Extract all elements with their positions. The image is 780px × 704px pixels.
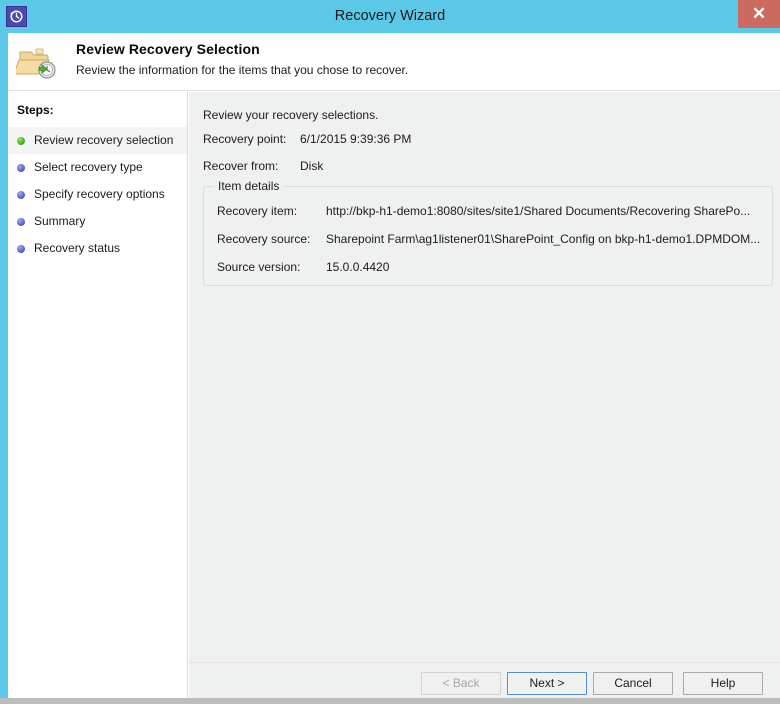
sidebar-item-label: Recovery status (34, 241, 121, 255)
close-icon[interactable]: ✕ (738, 0, 780, 28)
recovery-source-label: Recovery source: (217, 232, 311, 246)
step-status-icon (17, 245, 25, 253)
sidebar-item-label: Summary (34, 214, 86, 228)
sidebar-item-summary[interactable]: Summary (8, 208, 187, 235)
folder-recovery-icon (13, 43, 60, 83)
item-details-group: Item details Recovery item: http://bkp-h… (203, 179, 773, 286)
window-title: Recovery Wizard (334, 8, 446, 24)
recover-from-label: Recover from: (203, 159, 279, 173)
recovery-point-label: Recovery point: (203, 132, 287, 146)
steps-sidebar: Steps: Review recovery selection Select … (8, 92, 188, 698)
page-header: Review Recovery Selection Review the inf… (8, 33, 780, 91)
step-status-icon (17, 137, 25, 145)
title-bar: Recovery Wizard ✕ (0, 0, 780, 33)
step-status-icon (17, 164, 25, 172)
source-version-label: Source version: (217, 260, 301, 274)
sidebar-item-recovery-status[interactable]: Recovery status (8, 235, 187, 262)
main-content: Review your recovery selections. Recover… (189, 92, 780, 662)
steps-list: Review recovery selection Select recover… (8, 127, 187, 262)
item-details-title: Item details (214, 179, 284, 193)
page-subtitle: Review the information for the items tha… (76, 63, 409, 77)
step-status-icon (17, 191, 25, 199)
recovery-item-value: http://bkp-h1-demo1:8080/sites/site1/Sha… (326, 204, 751, 218)
recovery-source-value: Sharepoint Farm\ag1listener01\SharePoint… (326, 232, 761, 246)
step-status-icon (17, 218, 25, 226)
recover-from-value: Disk (300, 159, 324, 173)
wizard-button-bar: < Back Next > Cancel Help (189, 662, 780, 698)
page-title: Review Recovery Selection (76, 41, 260, 57)
sidebar-item-specify-recovery-options[interactable]: Specify recovery options (8, 181, 187, 208)
cancel-button[interactable]: Cancel (593, 672, 673, 695)
recovery-item-label: Recovery item: (217, 204, 298, 218)
steps-label: Steps: (17, 103, 54, 117)
recovery-wizard-window: Recovery Wizard ✕ Review Recovery Select… (0, 0, 780, 704)
help-button[interactable]: Help (683, 672, 763, 695)
back-button[interactable]: < Back (421, 672, 501, 695)
sidebar-item-select-recovery-type[interactable]: Select recovery type (8, 154, 187, 181)
window-bottom-edge (0, 698, 780, 704)
sidebar-item-label: Select recovery type (34, 160, 143, 174)
left-accent-strip (0, 33, 8, 704)
sidebar-item-label: Specify recovery options (34, 187, 165, 201)
intro-text: Review your recovery selections. (203, 108, 379, 122)
recovery-point-value: 6/1/2015 9:39:36 PM (300, 132, 412, 146)
source-version-value: 15.0.0.4420 (326, 260, 390, 274)
sidebar-item-review-recovery-selection[interactable]: Review recovery selection (8, 127, 187, 154)
next-button[interactable]: Next > (507, 672, 587, 695)
sidebar-item-label: Review recovery selection (34, 133, 174, 147)
